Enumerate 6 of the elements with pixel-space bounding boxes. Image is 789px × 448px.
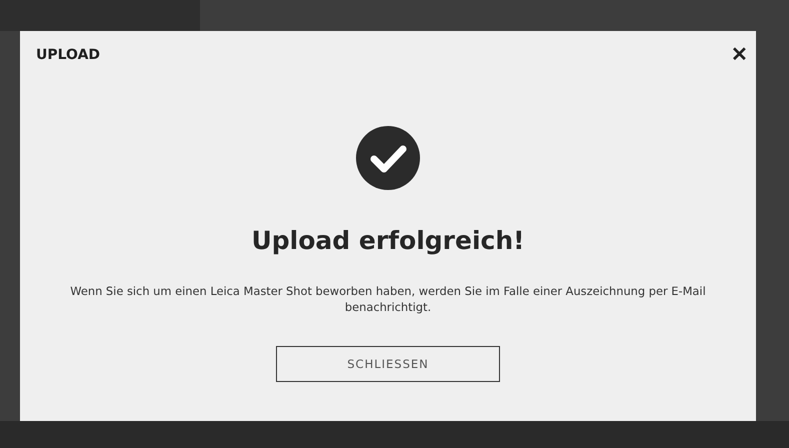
success-message: Wenn Sie sich um einen Leica Master Shot beworben haben, werden Sie im Falle einer Auszeichnung per E-Mail benachrichtigt. bbox=[69, 283, 707, 315]
success-check-icon bbox=[356, 126, 420, 190]
success-heading: Upload erfolgreich! bbox=[251, 226, 525, 255]
close-button[interactable]: ✕ bbox=[731, 45, 748, 65]
dialog-title: UPLOAD bbox=[36, 47, 100, 63]
close-dialog-button[interactable]: SCHLIESSEN bbox=[276, 346, 500, 382]
